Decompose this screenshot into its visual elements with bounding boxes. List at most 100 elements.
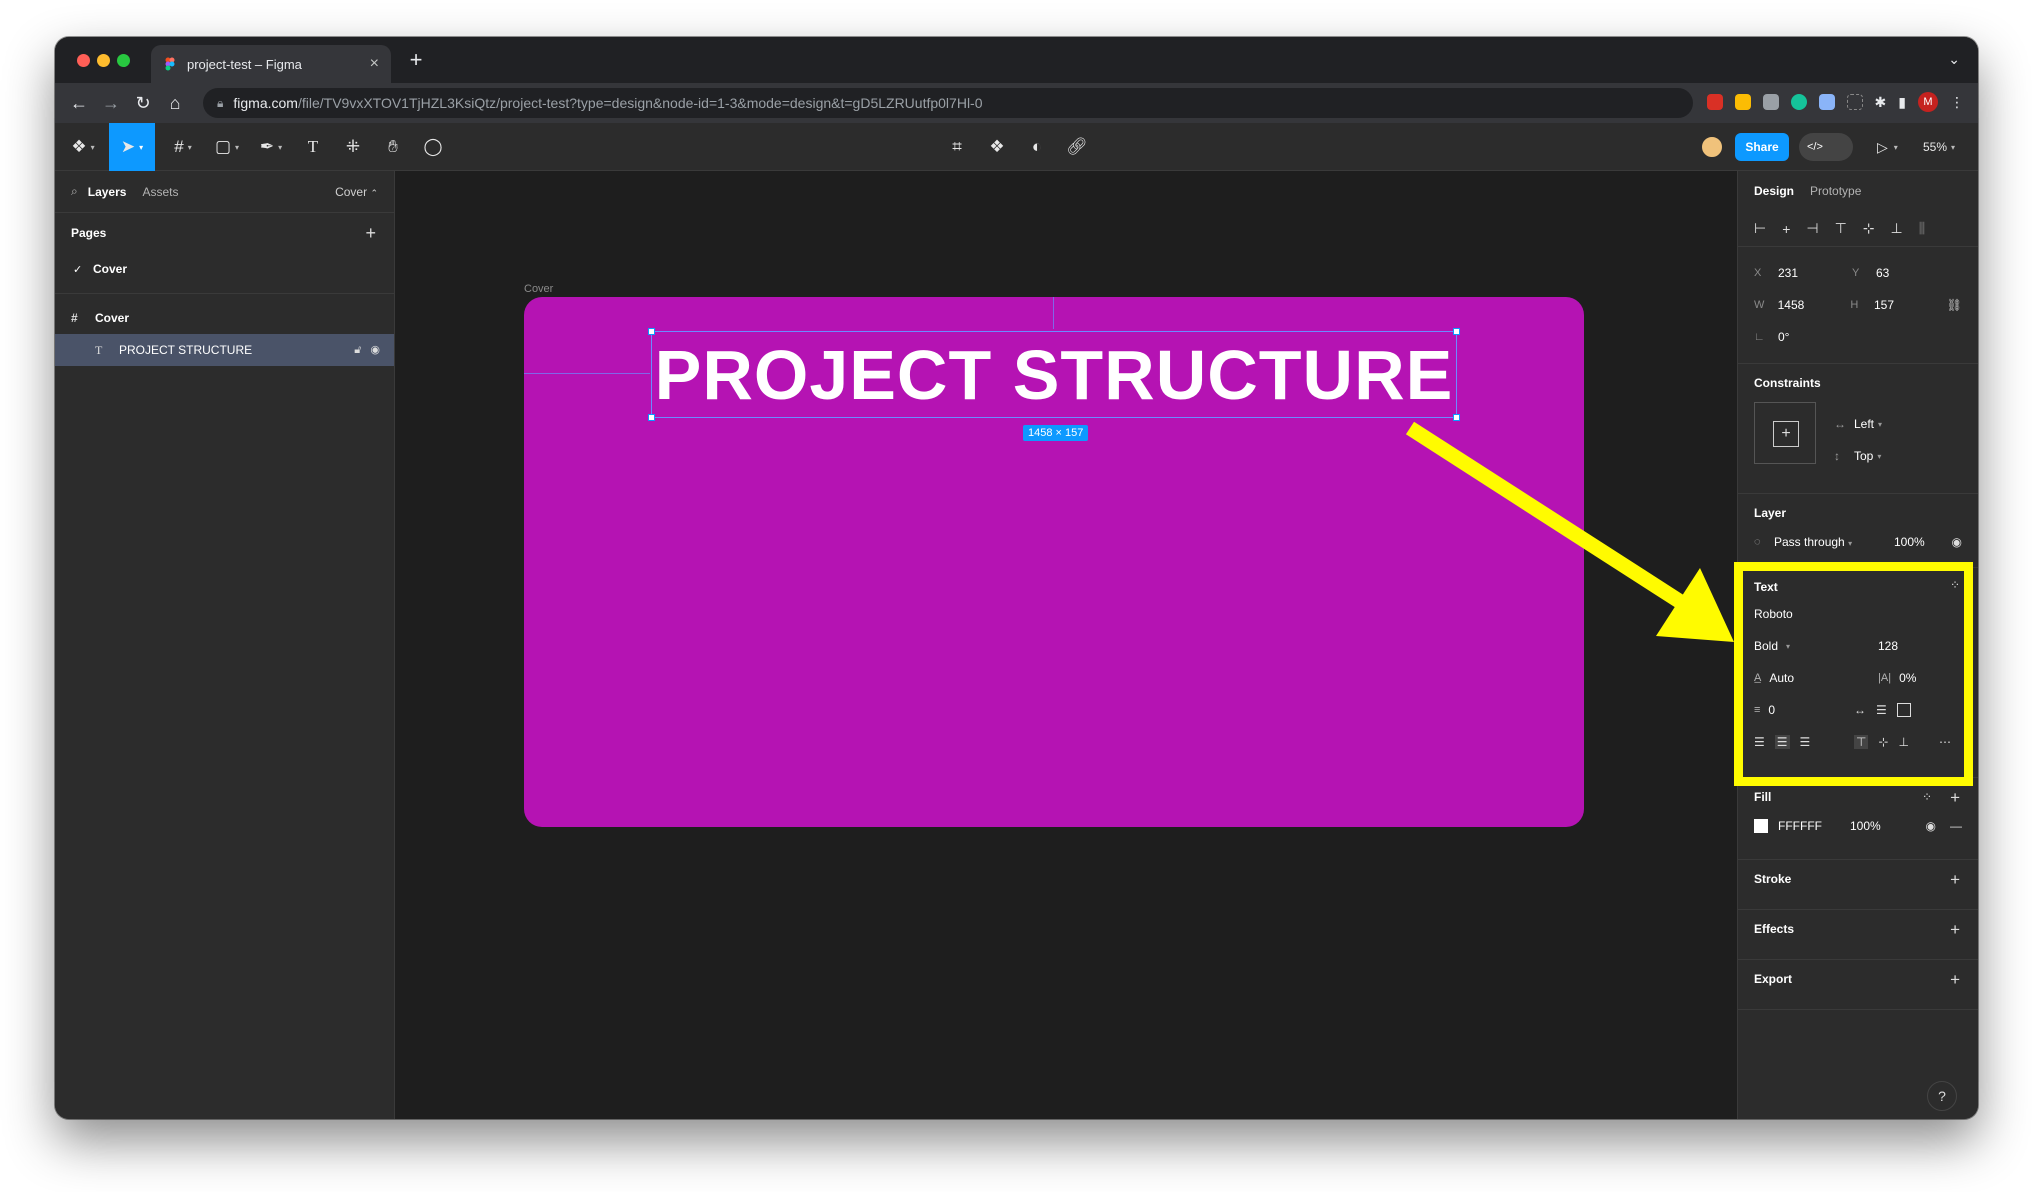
fill-styles-icon[interactable]: ⁘ — [1922, 790, 1932, 804]
align-top-text-icon[interactable]: ⊤ — [1854, 735, 1869, 749]
dev-mode-toggle[interactable]: </> — [1799, 133, 1853, 161]
align-center-v-icon[interactable]: ⊹ — [1863, 220, 1875, 237]
align-top-icon[interactable]: ⊤ — [1835, 220, 1847, 237]
forward-button[interactable]: → — [95, 93, 127, 114]
selected-text-layer[interactable]: PROJECT STRUCTURE — [648, 328, 1460, 421]
paragraph-spacing-field[interactable]: 0 — [1768, 703, 1775, 717]
constraint-vertical[interactable]: ↕ Top ▾ — [1834, 440, 1882, 472]
font-weight-dropdown[interactable]: Bold ▾ — [1754, 639, 1878, 653]
eye-icon[interactable]: ◉ — [1926, 819, 1936, 833]
constraint-horizontal[interactable]: ↔ Left ▾ — [1834, 408, 1882, 440]
align-middle-text-icon[interactable]: ⊹ — [1878, 735, 1888, 749]
text-align-right-icon[interactable]: ☰ — [1800, 735, 1811, 749]
address-bar[interactable]: 🔒︎ figma.com/file/TV9vxXTOV1TjHZL3KsiQtz… — [203, 88, 1693, 118]
component-button[interactable]: ❖ — [979, 123, 1015, 171]
search-icon[interactable]: ⌕ — [71, 184, 78, 199]
project-structure-text[interactable]: PROJECT STRUCTURE — [655, 335, 1454, 415]
main-menu-button[interactable]: ❖ ▾ — [63, 123, 103, 171]
browser-tab[interactable]: project-test – Figma × — [151, 45, 391, 83]
profile-avatar[interactable]: M — [1918, 92, 1938, 112]
auto-width-icon[interactable]: ↔ — [1854, 703, 1866, 717]
text-styles-icon[interactable]: ⁘ — [1950, 578, 1960, 592]
add-stroke-button[interactable]: + — [1950, 870, 1960, 890]
constraint-widget[interactable]: + — [1754, 402, 1816, 464]
close-tab-icon[interactable]: × — [370, 55, 379, 73]
unlock-icon[interactable]: 🔓︎ — [354, 344, 361, 356]
mask-button[interactable]: ◐ — [1019, 123, 1055, 171]
extension-icon[interactable] — [1706, 94, 1723, 110]
page-picker[interactable]: Cover ⌃ — [335, 185, 378, 199]
align-right-icon[interactable]: ⊣ — [1806, 220, 1818, 237]
x-field[interactable]: 231 — [1778, 266, 1852, 280]
hand-tool-button[interactable]: ✋︎ — [375, 123, 411, 171]
add-effect-button[interactable]: + — [1950, 920, 1960, 940]
close-window-button[interactable] — [77, 54, 90, 67]
page-item-cover[interactable]: ✓ Cover — [55, 253, 394, 285]
camera-extension-icon[interactable] — [1762, 94, 1779, 110]
eye-icon[interactable]: ◉ — [1952, 535, 1962, 549]
help-button[interactable]: ? — [1927, 1081, 1957, 1111]
layer-text-project-structure[interactable]: T PROJECT STRUCTURE 🔓︎ ◉ — [55, 334, 394, 366]
frame-tool-button[interactable]: # ▾ — [163, 123, 203, 171]
constrain-proportions-icon[interactable]: ⛓︎ — [1947, 298, 1962, 312]
distribute-icon[interactable]: ⫼ — [1919, 220, 1925, 237]
resize-handle[interactable] — [648, 328, 655, 335]
resize-handle[interactable] — [648, 414, 655, 421]
text-align-center-icon[interactable]: ☰ — [1774, 735, 1790, 749]
w-field[interactable]: 1458 — [1778, 298, 1851, 312]
canvas[interactable]: Cover PROJECT STRUCTURE 1458 × 157 — [395, 171, 1737, 1119]
link-button[interactable]: 🔗︎ — [1059, 123, 1095, 171]
layer-opacity[interactable]: 100% — [1894, 535, 1925, 549]
align-left-icon[interactable]: ⊢ — [1754, 220, 1766, 237]
sidepanel-icon[interactable]: ▮ — [1898, 94, 1906, 111]
tab-prototype[interactable]: Prototype — [1810, 184, 1861, 198]
maximize-window-button[interactable] — [117, 54, 130, 67]
tab-layers[interactable]: Layers — [88, 185, 127, 199]
text-align-left-icon[interactable]: ☰ — [1754, 735, 1765, 749]
add-export-button[interactable]: + — [1950, 970, 1960, 990]
resize-handle[interactable] — [1453, 414, 1460, 421]
more-options-icon[interactable]: ⋯ — [1939, 735, 1951, 749]
blend-mode-dropdown[interactable]: Pass through ▾ — [1774, 535, 1894, 549]
minimize-window-button[interactable] — [97, 54, 110, 67]
remove-fill-icon[interactable]: — — [1950, 819, 1962, 833]
align-center-h-icon[interactable]: + — [1782, 221, 1790, 237]
eye-icon[interactable]: ◉ — [370, 344, 380, 356]
y-field[interactable]: 63 — [1876, 266, 1950, 280]
add-fill-button[interactable]: + — [1950, 788, 1960, 808]
frame-label[interactable]: Cover — [524, 283, 553, 295]
present-button[interactable]: ▷ ▾ — [1877, 123, 1898, 171]
align-bottom-text-icon[interactable]: ⊥ — [1899, 735, 1909, 749]
comment-tool-button[interactable]: ◯ — [415, 123, 451, 171]
font-size-field[interactable]: 128 — [1878, 639, 1898, 653]
cover-frame[interactable]: PROJECT STRUCTURE 1458 × 157 — [524, 297, 1584, 827]
pen-tool-button[interactable]: ✒ ▾ — [251, 123, 291, 171]
tab-search-chevron-icon[interactable]: ⌄ — [1948, 51, 1960, 68]
layer-frame-cover[interactable]: # Cover — [55, 302, 394, 334]
share-button[interactable]: Share — [1735, 133, 1789, 161]
back-button[interactable]: ← — [63, 93, 95, 114]
rotation-field[interactable]: 0° — [1778, 330, 1852, 344]
grammarly-icon[interactable] — [1790, 94, 1807, 110]
extension-icon[interactable] — [1818, 94, 1835, 110]
reload-button[interactable]: ↻ — [127, 93, 159, 114]
resources-tool-button[interactable]: ⁜ — [335, 123, 371, 171]
zoom-dropdown[interactable]: 55% ▾ — [1923, 123, 1955, 171]
extension-icon[interactable] — [1734, 94, 1751, 110]
crop-button[interactable]: ⌗ — [939, 123, 975, 171]
fill-opacity-field[interactable]: 100% — [1850, 819, 1881, 833]
move-tool-button[interactable]: ➤ ▾ — [109, 123, 155, 171]
puzzle-icon[interactable]: ✱ — [1875, 94, 1887, 111]
home-button[interactable]: ⌂ — [159, 93, 191, 114]
fixed-size-icon[interactable] — [1896, 703, 1911, 717]
auto-height-icon[interactable]: ☰ — [1876, 703, 1887, 717]
add-page-button[interactable]: + — [365, 223, 376, 244]
h-field[interactable]: 157 — [1874, 298, 1947, 312]
fill-swatch[interactable] — [1754, 819, 1768, 833]
resize-handle[interactable] — [1453, 328, 1460, 335]
kebab-menu-icon[interactable]: ⋮ — [1950, 94, 1964, 111]
tab-design[interactable]: Design — [1754, 184, 1794, 198]
line-height-field[interactable]: Auto — [1769, 671, 1794, 685]
fill-hex-field[interactable]: FFFFFF — [1778, 819, 1850, 833]
extension-icon[interactable] — [1846, 94, 1863, 110]
